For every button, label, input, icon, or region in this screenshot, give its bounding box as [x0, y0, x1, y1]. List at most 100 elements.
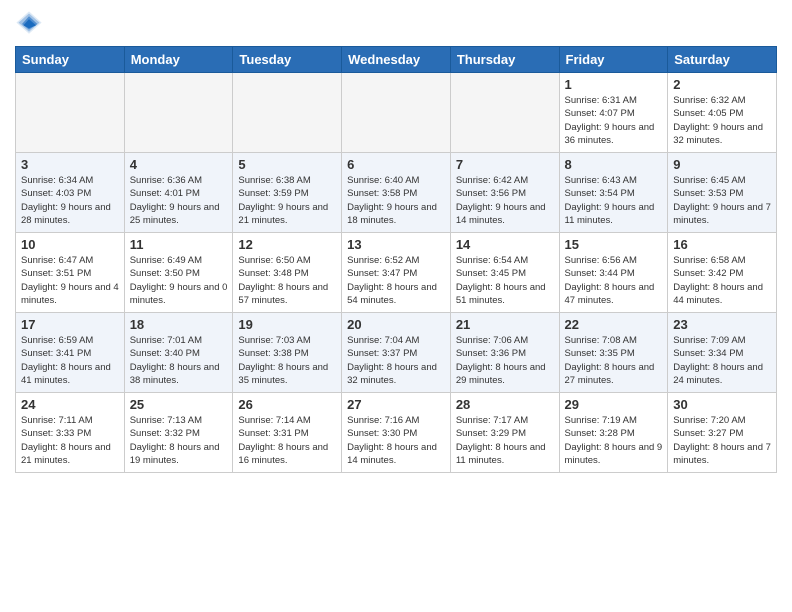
- day-number: 5: [238, 157, 336, 172]
- day-info: Sunrise: 7:16 AMSunset: 3:30 PMDaylight:…: [347, 414, 445, 467]
- day-info: Sunrise: 6:45 AMSunset: 3:53 PMDaylight:…: [673, 174, 771, 227]
- calendar-day-cell: 22 Sunrise: 7:08 AMSunset: 3:35 PMDayligh…: [559, 313, 668, 393]
- calendar-day-cell: 21Sunrise: 7:06 AMSunset: 3:36 PMDayligh…: [450, 313, 559, 393]
- day-number: 4: [130, 157, 228, 172]
- calendar-day-cell: 11 Sunrise: 6:49 AMSunset: 3:50 PMDayligh…: [124, 233, 233, 313]
- day-info: Sunrise: 6:38 AMSunset: 3:59 PMDaylight:…: [238, 174, 336, 227]
- day-number: 1: [565, 77, 663, 92]
- day-info: Sunrise: 6:32 AMSunset: 4:05 PMDaylight:…: [673, 94, 771, 147]
- calendar-day-cell: 1 Sunrise: 6:31 AMSunset: 4:07 PMDaylight…: [559, 73, 668, 153]
- day-of-week-header: Monday: [124, 47, 233, 73]
- day-info: Sunrise: 6:47 AMSunset: 3:51 PMDaylight:…: [21, 254, 119, 307]
- day-number: 12: [238, 237, 336, 252]
- day-number: 8: [565, 157, 663, 172]
- day-number: 10: [21, 237, 119, 252]
- day-info: Sunrise: 6:42 AMSunset: 3:56 PMDaylight:…: [456, 174, 554, 227]
- calendar-day-cell: 23Sunrise: 7:09 AMSunset: 3:34 PMDayligh…: [668, 313, 777, 393]
- day-info: Sunrise: 7:03 AMSunset: 3:38 PMDaylight:…: [238, 334, 336, 387]
- day-info: Sunrise: 6:54 AMSunset: 3:45 PMDaylight:…: [456, 254, 554, 307]
- day-number: 30: [673, 397, 771, 412]
- calendar-day-cell: 25 Sunrise: 7:13 AMSunset: 3:32 PMDayligh…: [124, 393, 233, 473]
- calendar: SundayMondayTuesdayWednesdayThursdayFrid…: [15, 46, 777, 473]
- day-info: Sunrise: 6:50 AMSunset: 3:48 PMDaylight:…: [238, 254, 336, 307]
- day-info: Sunrise: 7:19 AMSunset: 3:28 PMDaylight:…: [565, 414, 663, 467]
- calendar-day-cell: [16, 73, 125, 153]
- day-number: 6: [347, 157, 445, 172]
- day-info: Sunrise: 7:09 AMSunset: 3:34 PMDaylight:…: [673, 334, 771, 387]
- day-number: 19: [238, 317, 336, 332]
- day-info: Sunrise: 6:56 AMSunset: 3:44 PMDaylight:…: [565, 254, 663, 307]
- days-of-week-row: SundayMondayTuesdayWednesdayThursdayFrid…: [16, 47, 777, 73]
- calendar-day-cell: 29 Sunrise: 7:19 AMSunset: 3:28 PMDayligh…: [559, 393, 668, 473]
- day-number: 16: [673, 237, 771, 252]
- day-number: 15: [565, 237, 663, 252]
- day-info: Sunrise: 7:01 AMSunset: 3:40 PMDaylight:…: [130, 334, 228, 387]
- day-number: 22: [565, 317, 663, 332]
- calendar-day-cell: 7 Sunrise: 6:42 AMSunset: 3:56 PMDaylight…: [450, 153, 559, 233]
- calendar-day-cell: 19 Sunrise: 7:03 AMSunset: 3:38 PMDayligh…: [233, 313, 342, 393]
- day-number: 11: [130, 237, 228, 252]
- day-number: 14: [456, 237, 554, 252]
- day-number: 26: [238, 397, 336, 412]
- calendar-day-cell: 13Sunrise: 6:52 AMSunset: 3:47 PMDayligh…: [342, 233, 451, 313]
- day-number: 27: [347, 397, 445, 412]
- calendar-day-cell: 12 Sunrise: 6:50 AMSunset: 3:48 PMDayligh…: [233, 233, 342, 313]
- day-info: Sunrise: 6:34 AMSunset: 4:03 PMDaylight:…: [21, 174, 119, 227]
- day-info: Sunrise: 7:08 AMSunset: 3:35 PMDaylight:…: [565, 334, 663, 387]
- day-number: 25: [130, 397, 228, 412]
- day-info: Sunrise: 6:31 AMSunset: 4:07 PMDaylight:…: [565, 94, 663, 147]
- day-number: 9: [673, 157, 771, 172]
- calendar-day-cell: 30 Sunrise: 7:20 AMSunset: 3:27 PMDayligh…: [668, 393, 777, 473]
- day-info: Sunrise: 6:49 AMSunset: 3:50 PMDaylight:…: [130, 254, 228, 307]
- calendar-week-row: 24 Sunrise: 7:11 AMSunset: 3:33 PMDayligh…: [16, 393, 777, 473]
- day-of-week-header: Thursday: [450, 47, 559, 73]
- day-info: Sunrise: 7:04 AMSunset: 3:37 PMDaylight:…: [347, 334, 445, 387]
- day-number: 18: [130, 317, 228, 332]
- calendar-day-cell: 16 Sunrise: 6:58 AMSunset: 3:42 PMDayligh…: [668, 233, 777, 313]
- calendar-day-cell: 9 Sunrise: 6:45 AMSunset: 3:53 PMDaylight…: [668, 153, 777, 233]
- day-of-week-header: Friday: [559, 47, 668, 73]
- day-number: 2: [673, 77, 771, 92]
- calendar-day-cell: 27 Sunrise: 7:16 AMSunset: 3:30 PMDayligh…: [342, 393, 451, 473]
- header: [15, 10, 777, 38]
- day-info: Sunrise: 6:52 AMSunset: 3:47 PMDaylight:…: [347, 254, 445, 307]
- logo-icon: [15, 10, 43, 38]
- day-info: Sunrise: 7:13 AMSunset: 3:32 PMDaylight:…: [130, 414, 228, 467]
- calendar-day-cell: 18 Sunrise: 7:01 AMSunset: 3:40 PMDayligh…: [124, 313, 233, 393]
- calendar-day-cell: 26 Sunrise: 7:14 AMSunset: 3:31 PMDayligh…: [233, 393, 342, 473]
- calendar-week-row: 3Sunrise: 6:34 AMSunset: 4:03 PMDaylight…: [16, 153, 777, 233]
- calendar-day-cell: 2 Sunrise: 6:32 AMSunset: 4:05 PMDaylight…: [668, 73, 777, 153]
- day-info: Sunrise: 6:43 AMSunset: 3:54 PMDaylight:…: [565, 174, 663, 227]
- calendar-week-row: 17Sunrise: 6:59 AMSunset: 3:41 PMDayligh…: [16, 313, 777, 393]
- calendar-day-cell: 14 Sunrise: 6:54 AMSunset: 3:45 PMDayligh…: [450, 233, 559, 313]
- day-of-week-header: Sunday: [16, 47, 125, 73]
- calendar-day-cell: 10 Sunrise: 6:47 AMSunset: 3:51 PMDayligh…: [16, 233, 125, 313]
- calendar-day-cell: 17Sunrise: 6:59 AMSunset: 3:41 PMDayligh…: [16, 313, 125, 393]
- day-of-week-header: Tuesday: [233, 47, 342, 73]
- day-info: Sunrise: 7:17 AMSunset: 3:29 PMDaylight:…: [456, 414, 554, 467]
- calendar-week-row: 1 Sunrise: 6:31 AMSunset: 4:07 PMDaylight…: [16, 73, 777, 153]
- day-info: Sunrise: 7:14 AMSunset: 3:31 PMDaylight:…: [238, 414, 336, 467]
- page-container: SundayMondayTuesdayWednesdayThursdayFrid…: [0, 0, 792, 483]
- day-number: 28: [456, 397, 554, 412]
- calendar-header: SundayMondayTuesdayWednesdayThursdayFrid…: [16, 47, 777, 73]
- day-info: Sunrise: 6:59 AMSunset: 3:41 PMDaylight:…: [21, 334, 119, 387]
- day-number: 20: [347, 317, 445, 332]
- calendar-day-cell: 4 Sunrise: 6:36 AMSunset: 4:01 PMDaylight…: [124, 153, 233, 233]
- day-info: Sunrise: 7:11 AMSunset: 3:33 PMDaylight:…: [21, 414, 119, 467]
- calendar-day-cell: [233, 73, 342, 153]
- calendar-day-cell: 24 Sunrise: 7:11 AMSunset: 3:33 PMDayligh…: [16, 393, 125, 473]
- day-info: Sunrise: 6:58 AMSunset: 3:42 PMDaylight:…: [673, 254, 771, 307]
- calendar-day-cell: [450, 73, 559, 153]
- day-number: 7: [456, 157, 554, 172]
- day-number: 24: [21, 397, 119, 412]
- logo: [15, 10, 47, 38]
- day-info: Sunrise: 7:20 AMSunset: 3:27 PMDaylight:…: [673, 414, 771, 467]
- day-number: 29: [565, 397, 663, 412]
- calendar-day-cell: 3Sunrise: 6:34 AMSunset: 4:03 PMDaylight…: [16, 153, 125, 233]
- calendar-day-cell: 6Sunrise: 6:40 AMSunset: 3:58 PMDaylight…: [342, 153, 451, 233]
- calendar-day-cell: 5 Sunrise: 6:38 AMSunset: 3:59 PMDaylight…: [233, 153, 342, 233]
- calendar-day-cell: 8 Sunrise: 6:43 AMSunset: 3:54 PMDaylight…: [559, 153, 668, 233]
- calendar-week-row: 10 Sunrise: 6:47 AMSunset: 3:51 PMDayligh…: [16, 233, 777, 313]
- day-info: Sunrise: 6:36 AMSunset: 4:01 PMDaylight:…: [130, 174, 228, 227]
